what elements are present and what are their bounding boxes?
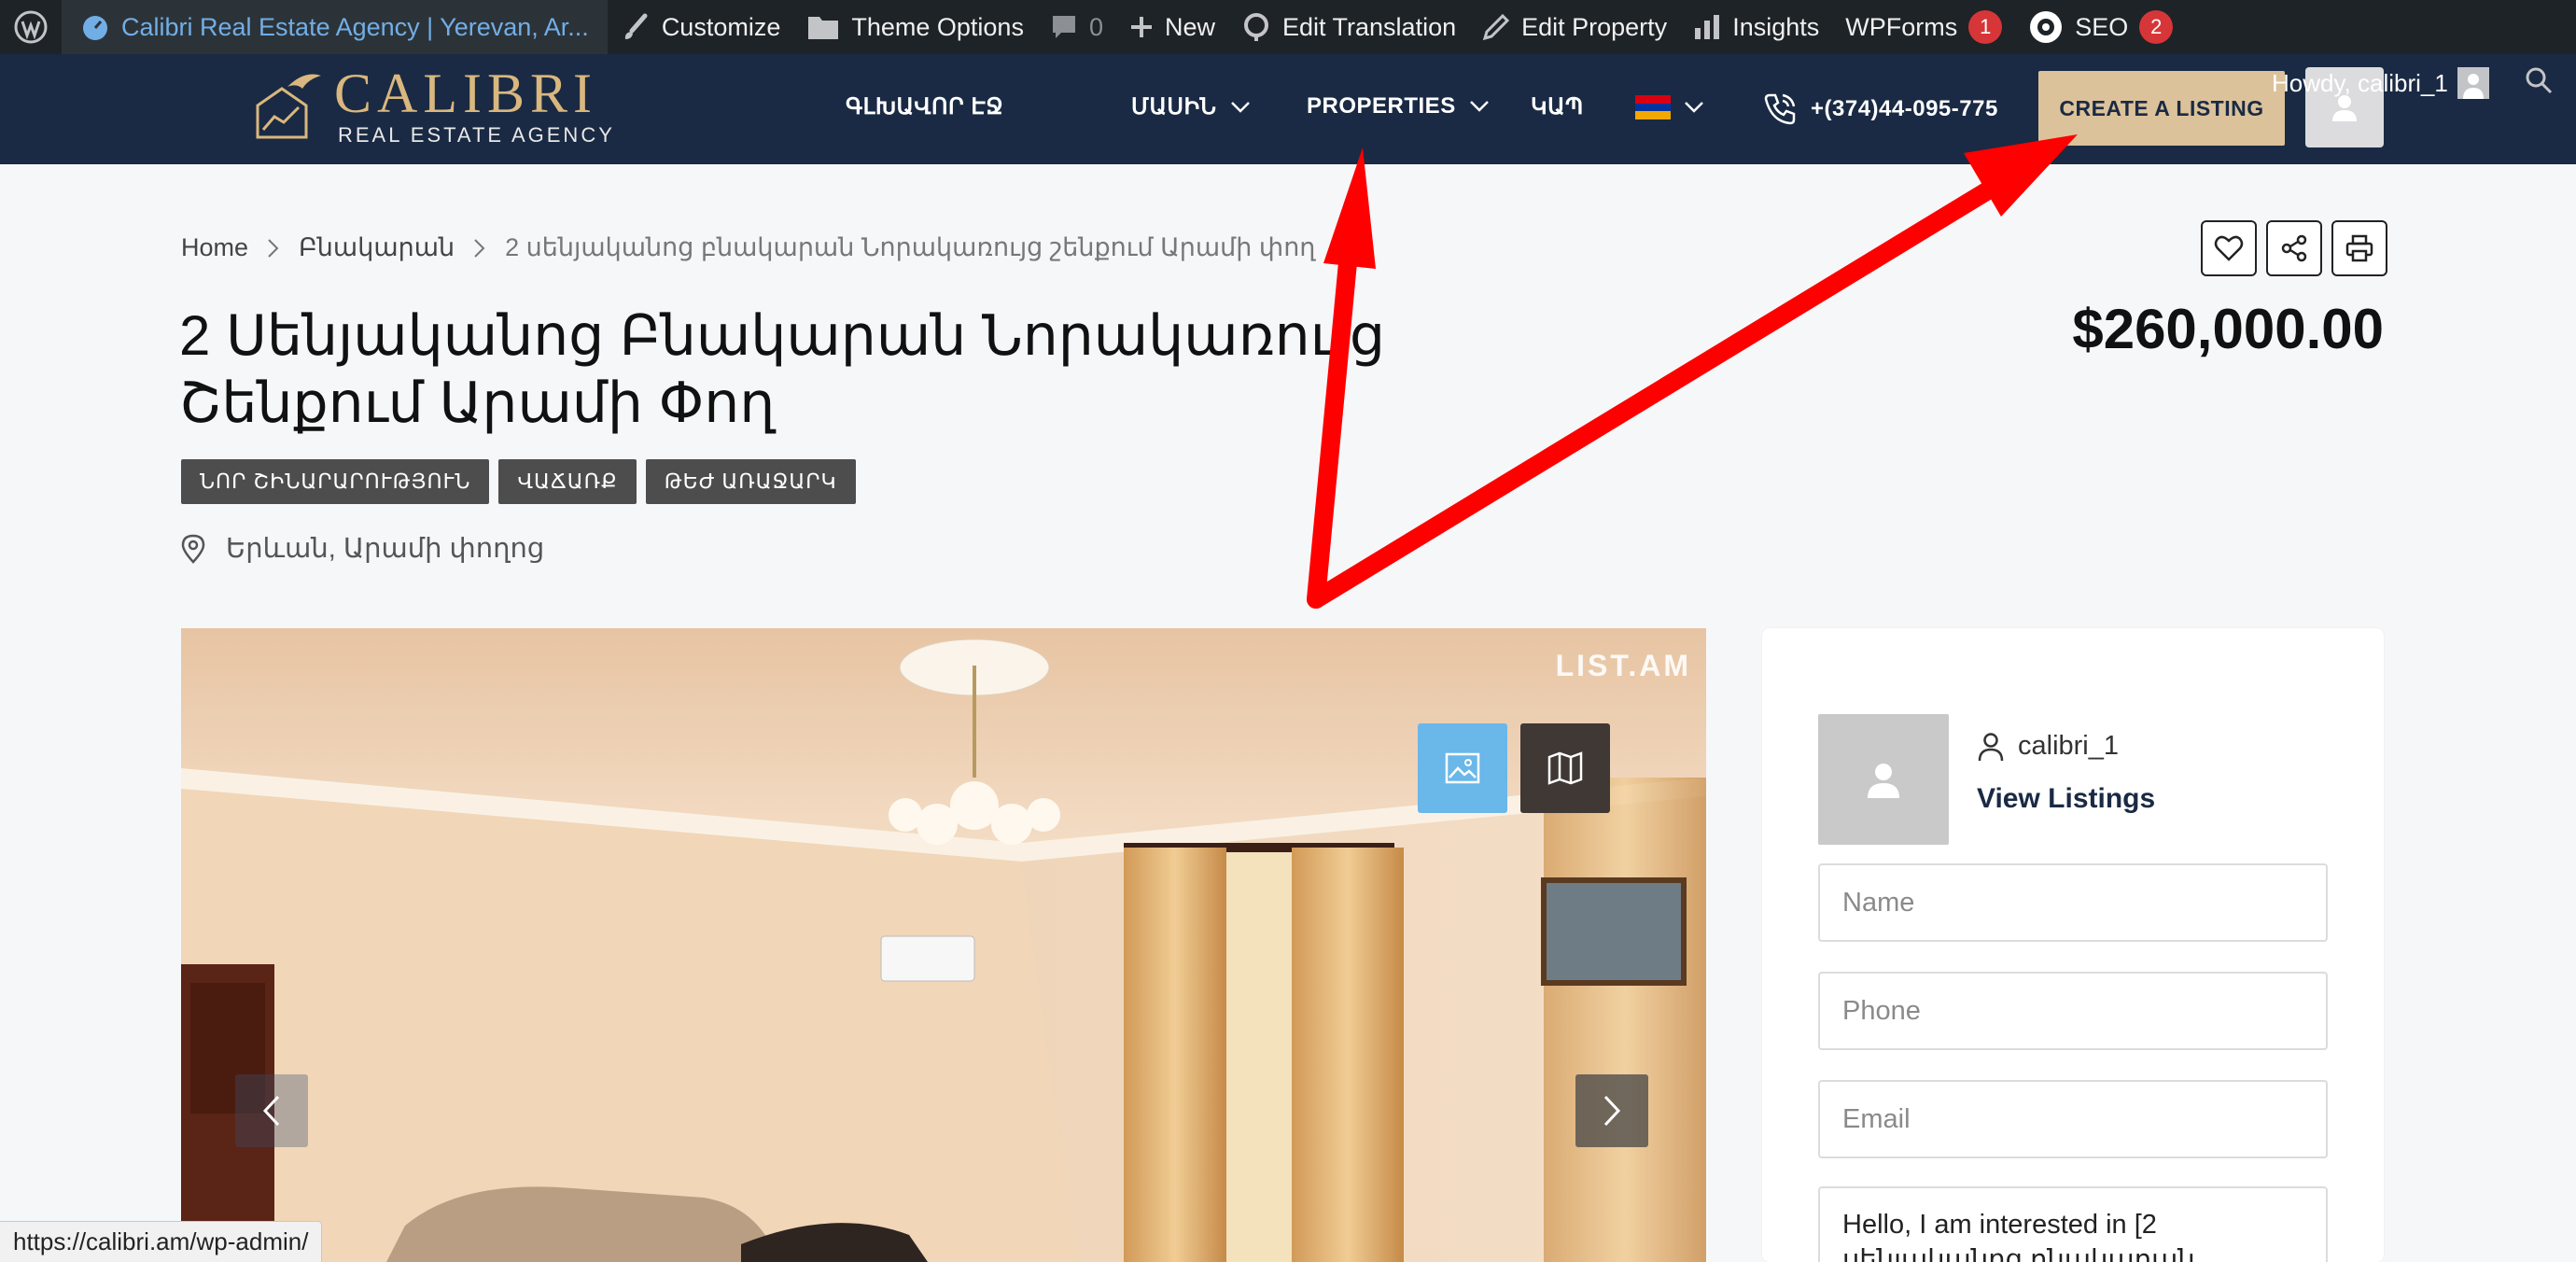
nav-properties-label: PROPERTIES bbox=[1307, 93, 1456, 119]
breadcrumb-category[interactable]: Բնակարան bbox=[299, 233, 455, 262]
message-field[interactable]: Hello, I am interested in [2 սենյականոց … bbox=[1818, 1186, 2328, 1262]
listam-watermark: LIST.AM bbox=[1555, 649, 1691, 682]
map-view-toggle[interactable] bbox=[1520, 723, 1610, 813]
plus-icon bbox=[1130, 17, 1152, 37]
image-icon bbox=[1445, 752, 1480, 784]
language-switcher[interactable] bbox=[1635, 95, 1704, 119]
nav-item-properties[interactable]: PROPERTIES bbox=[1307, 93, 1490, 119]
customize-link[interactable]: Customize bbox=[608, 0, 794, 54]
map-icon bbox=[1547, 751, 1583, 785]
user-silhouette-icon bbox=[1868, 764, 1899, 798]
theme-options-link[interactable]: Theme Options bbox=[793, 0, 1037, 54]
brush-icon bbox=[624, 13, 648, 39]
agent-name: calibri_1 bbox=[2018, 731, 2119, 761]
theme-options-label: Theme Options bbox=[851, 12, 1024, 41]
tag-hot-offer[interactable]: ԹԵԺ ԱՌԱՋԱՐԿ bbox=[645, 459, 856, 504]
insights-label: Insights bbox=[1732, 12, 1820, 41]
share-icon bbox=[2281, 234, 2307, 262]
breadcrumb-home[interactable]: Home bbox=[181, 233, 248, 262]
dashboard-icon bbox=[83, 16, 107, 40]
folder-icon bbox=[808, 17, 839, 39]
property-gallery[interactable]: LIST.AM bbox=[181, 628, 1706, 1262]
address-text: Երևան, Արամի փողոց bbox=[226, 534, 545, 564]
admin-howdy[interactable]: Howdy, calibri_1 bbox=[2272, 67, 2489, 99]
new-content-link[interactable]: New bbox=[1116, 0, 1228, 54]
listing-actions bbox=[2201, 220, 2387, 276]
listing-tags: ՆՈՐ ՇԻՆԱՐԱՐՈՒԹՅՈՒՆ ՎԱՃԱՌՔ ԹԵԺ ԱՌԱՋԱՐԿ bbox=[181, 459, 856, 504]
header-phone[interactable]: +(374)44-095-775 bbox=[1762, 91, 1998, 127]
person-icon bbox=[1978, 732, 2004, 761]
seo-badge: 2 bbox=[2139, 10, 2174, 44]
edit-translation-label: Edit Translation bbox=[1282, 12, 1457, 41]
site-name-link[interactable]: Calibri Real Estate Agency | Yerevan, Ar… bbox=[62, 0, 608, 54]
user-avatar-icon bbox=[2457, 67, 2489, 99]
phone-icon bbox=[1764, 93, 1796, 125]
agent-contact-card: calibri_1 View Listings Hello, I am inte… bbox=[1762, 628, 2384, 1262]
site-title: Calibri Real Estate Agency | Yerevan, Ar… bbox=[121, 12, 589, 41]
heart-icon bbox=[2214, 235, 2244, 261]
wpforms-link[interactable]: WPForms 1 bbox=[1832, 0, 2015, 54]
site-header: CALIBRI REAL ESTATE AGENCY ԳԼԽԱՎՈՐ ԷՋ ՄԱ… bbox=[0, 54, 2576, 164]
nav-item-about[interactable]: ՄԱՍԻՆ bbox=[1131, 93, 1251, 120]
location-pin-icon bbox=[181, 534, 205, 564]
share-button[interactable] bbox=[2266, 220, 2322, 276]
header-phone-number: +(374)44-095-775 bbox=[1811, 96, 1998, 121]
wpforms-badge: 1 bbox=[1968, 10, 2003, 44]
nav-home-label: ԳԼԽԱՎՈՐ ԷՋ bbox=[846, 94, 1004, 119]
agent-avatar bbox=[1818, 714, 1949, 845]
seo-link[interactable]: SEO 2 bbox=[2015, 0, 2186, 54]
wordpress-logo-icon[interactable] bbox=[0, 0, 62, 54]
gallery-next-button[interactable] bbox=[1575, 1074, 1648, 1147]
photo-view-toggle[interactable] bbox=[1418, 723, 1507, 813]
chevron-down-icon bbox=[1685, 102, 1703, 113]
view-listings-link[interactable]: View Listings bbox=[1977, 783, 2155, 815]
create-listing-button[interactable]: CREATE A LISTING bbox=[2038, 71, 2285, 146]
edit-property-label: Edit Property bbox=[1521, 12, 1668, 41]
browser-status-url: https://calibri.am/wp-admin/ bbox=[0, 1221, 323, 1262]
translate-icon bbox=[1244, 13, 1268, 41]
admin-bar: Calibri Real Estate Agency | Yerevan, Ar… bbox=[0, 0, 2576, 54]
chevron-left-icon bbox=[262, 1095, 280, 1127]
tag-sale[interactable]: ՎԱՃԱՌՔ bbox=[498, 459, 637, 504]
listing-address: Երևան, Արամի փողոց bbox=[181, 532, 544, 565]
bar-chart-icon bbox=[1695, 15, 1720, 39]
chevron-right-icon bbox=[474, 238, 485, 258]
gallery-prev-button[interactable] bbox=[235, 1074, 308, 1147]
admin-search-icon[interactable] bbox=[2524, 65, 2554, 95]
listing-price: $260,000.00 bbox=[2072, 298, 2384, 360]
printer-icon bbox=[2345, 234, 2373, 262]
chevron-down-icon bbox=[1230, 101, 1250, 113]
chevron-right-icon bbox=[1603, 1095, 1621, 1127]
seo-label: SEO bbox=[2075, 12, 2129, 41]
phone-field[interactable] bbox=[1818, 972, 2328, 1050]
pencil-icon bbox=[1482, 13, 1510, 41]
edit-property-link[interactable]: Edit Property bbox=[1469, 0, 1680, 54]
email-field[interactable] bbox=[1818, 1080, 2328, 1158]
favorite-button[interactable] bbox=[2201, 220, 2257, 276]
breadcrumb-current: 2 սենյականոց բնակարան Նորակառույց շենքու… bbox=[505, 233, 1316, 261]
nav-item-home[interactable]: ԳԼԽԱՎՈՐ ԷՋ bbox=[846, 93, 1003, 120]
insights-link[interactable]: Insights bbox=[1680, 0, 1832, 54]
wpforms-label: WPForms bbox=[1845, 12, 1958, 41]
breadcrumb: Home Բնակարան 2 սենյականոց բնակարան Նորա… bbox=[181, 233, 1315, 262]
agent-name-row: calibri_1 bbox=[1977, 731, 2119, 762]
edit-translation-link[interactable]: Edit Translation bbox=[1228, 0, 1469, 54]
tag-new-construction[interactable]: ՆՈՐ ՇԻՆԱՐԱՐՈՒԹՅՈՒՆ bbox=[181, 459, 490, 504]
new-label: New bbox=[1164, 12, 1215, 41]
howdy-label: Howdy, calibri_1 bbox=[2272, 68, 2448, 97]
listing-title: 2 Սենյականոց Բնակարան Նորակառույց Շենքու… bbox=[179, 304, 1385, 434]
nav-contact-label: ԿԱՊ bbox=[1531, 94, 1584, 119]
print-button[interactable] bbox=[2331, 220, 2387, 276]
comment-icon bbox=[1052, 16, 1075, 38]
name-field[interactable] bbox=[1818, 863, 2328, 942]
comments-link[interactable]: 0 bbox=[1037, 0, 1116, 54]
nav-about-label: ՄԱՍԻՆ bbox=[1131, 94, 1217, 119]
seo-gear-icon bbox=[2030, 11, 2063, 43]
chevron-right-icon bbox=[268, 238, 279, 258]
comments-count: 0 bbox=[1088, 12, 1103, 41]
armenia-flag-icon bbox=[1635, 95, 1671, 119]
nav-item-contact[interactable]: ԿԱՊ bbox=[1531, 93, 1584, 120]
chevron-down-icon bbox=[1469, 101, 1489, 112]
customize-label: Customize bbox=[661, 12, 781, 41]
